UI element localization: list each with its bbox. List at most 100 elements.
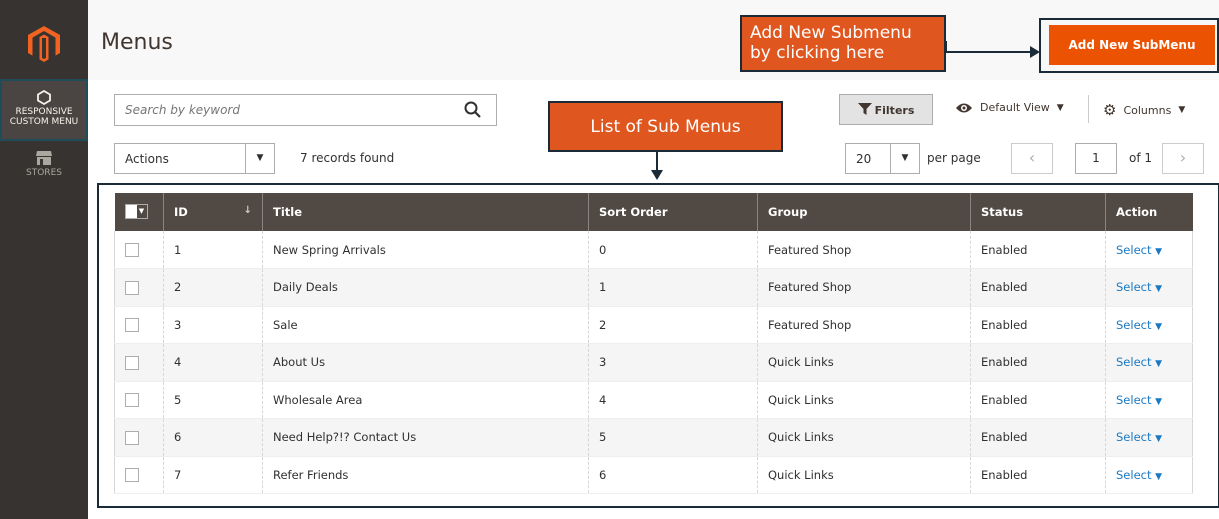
row-action-select[interactable]: Select ▼ [1116, 468, 1162, 482]
page-number-input[interactable]: 1 [1075, 143, 1117, 174]
chevron-down-icon: ▼ [1056, 102, 1064, 113]
cell-status: Enabled [970, 456, 1106, 494]
row-checkbox[interactable] [125, 430, 139, 445]
caret-down-icon: ▼ [1155, 396, 1163, 407]
row-checkbox[interactable] [125, 393, 139, 407]
next-page-button[interactable]: › [1162, 143, 1204, 174]
add-new-callout: Add New Submenu by clicking here [740, 15, 946, 72]
cell-sort-order: 0 [588, 231, 758, 269]
cell-sort-order: 1 [588, 268, 758, 307]
row-action-select[interactable]: Select ▼ [1116, 393, 1162, 407]
row-action-select[interactable]: Select ▼ [1116, 243, 1162, 257]
select-label: Select [1116, 467, 1152, 482]
table-row: 6 Need Help?!? Contact Us 5 Quick Links … [114, 418, 1193, 457]
cell-id: 4 [163, 343, 263, 382]
callout-text: Add New Submenu [750, 23, 912, 43]
cell-group: Featured Shop [757, 231, 971, 269]
table-row: 1 New Spring Arrivals 0 Featured Shop En… [114, 231, 1193, 269]
row-action-select[interactable]: Select ▼ [1116, 430, 1162, 444]
hexagon-icon [37, 90, 51, 105]
row-action-select[interactable]: Select ▼ [1116, 355, 1162, 369]
cell-id: 6 [163, 418, 263, 457]
caret-down-icon: ▼ [1155, 321, 1163, 332]
mass-select-checkbox[interactable]: ▼ [124, 203, 148, 219]
actions-dropdown[interactable]: Actions ▼ [114, 143, 275, 174]
select-label: Select [1116, 430, 1152, 445]
cell-status: Enabled [970, 306, 1106, 344]
caret-down-icon: ▼ [1155, 359, 1163, 370]
cell-sort-order: 3 [588, 343, 758, 382]
column-header-title[interactable]: Title [262, 193, 589, 231]
prev-page-button[interactable]: ‹ [1011, 143, 1053, 174]
cell-title: New Spring Arrivals [262, 231, 589, 269]
add-new-submenu-button[interactable]: Add New SubMenu [1049, 25, 1215, 65]
column-header-sort-order[interactable]: Sort Order [588, 193, 758, 231]
sidebar-item-responsive-custom-menu[interactable]: RESPONSIVE CUSTOM MENU [0, 79, 88, 141]
view-label: Default View [980, 101, 1050, 114]
cell-action: Select ▼ [1105, 231, 1193, 269]
cell-id: 2 [163, 268, 263, 307]
search-icon[interactable] [464, 101, 482, 119]
row-action-select[interactable]: Select ▼ [1116, 280, 1162, 294]
admin-sidebar: RESPONSIVE CUSTOM MENU STORES [0, 0, 88, 519]
cell-action: Select ▼ [1105, 456, 1193, 494]
mass-select-header[interactable]: ▼ [114, 193, 164, 231]
cell-group: Quick Links [757, 456, 971, 494]
cell-group: Quick Links [757, 418, 971, 457]
per-page-label: per page [927, 151, 981, 165]
column-label: Title [273, 205, 303, 219]
row-checkbox-cell [114, 456, 164, 494]
actions-value: Actions [125, 152, 169, 166]
caret-down-icon: ▼ [1155, 284, 1163, 295]
row-checkbox[interactable] [125, 318, 139, 332]
sidebar-item-label: STORES [26, 168, 62, 178]
submenu-grid: ▼ ID ↓ Title Sort Order Group Status Act… [114, 193, 1193, 494]
cell-sort-order: 4 [588, 381, 758, 419]
view-switcher[interactable]: Default View ▼ [955, 101, 1064, 114]
gear-icon: ⚙ [1103, 101, 1117, 119]
table-row: 2 Daily Deals 1 Featured Shop Enabled Se… [114, 268, 1193, 307]
cell-group: Quick Links [757, 381, 971, 419]
chevron-down-icon: ▼ [136, 204, 147, 218]
cell-title: Daily Deals [262, 268, 589, 307]
grid-header-row: ▼ ID ↓ Title Sort Order Group Status Act… [114, 193, 1193, 231]
grid-body: 1 New Spring Arrivals 0 Featured Shop En… [114, 231, 1193, 494]
cell-status: Enabled [970, 381, 1106, 419]
column-header-id[interactable]: ID ↓ [163, 193, 263, 231]
cell-action: Select ▼ [1105, 268, 1193, 307]
table-row: 4 About Us 3 Quick Links Enabled Select … [114, 343, 1193, 382]
row-checkbox[interactable] [125, 468, 139, 482]
row-checkbox-cell [114, 343, 164, 382]
magento-logo-icon[interactable] [28, 26, 60, 62]
row-action-select[interactable]: Select ▼ [1116, 318, 1162, 332]
cell-sort-order: 2 [588, 306, 758, 344]
column-header-group[interactable]: Group [757, 193, 971, 231]
column-header-status[interactable]: Status [970, 193, 1106, 231]
cell-id: 3 [163, 306, 263, 344]
cell-title: Sale [262, 306, 589, 344]
cell-id: 5 [163, 381, 263, 419]
cell-id: 1 [163, 231, 263, 269]
row-checkbox[interactable] [125, 280, 139, 295]
row-checkbox[interactable] [125, 355, 139, 370]
search-input[interactable] [115, 95, 445, 125]
cell-status: Enabled [970, 418, 1106, 457]
cell-sort-order: 5 [588, 418, 758, 457]
row-checkbox[interactable] [125, 242, 139, 257]
sidebar-item-stores[interactable]: STORES [0, 150, 88, 190]
callout-arrow-icon [946, 41, 1040, 58]
cell-title: Wholesale Area [262, 381, 589, 419]
row-checkbox-cell [114, 231, 164, 269]
columns-switcher[interactable]: ⚙ Columns ▼ [1103, 101, 1185, 119]
row-checkbox-cell [114, 268, 164, 307]
cell-sort-order: 6 [588, 456, 758, 494]
search-field [114, 94, 497, 126]
funnel-icon [857, 102, 872, 115]
select-label: Select [1116, 355, 1152, 370]
per-page-dropdown[interactable]: 20 ▼ [845, 143, 920, 174]
sidebar-item-label: RESPONSIVE [15, 107, 73, 117]
filters-button[interactable]: Filters [839, 94, 933, 125]
row-checkbox-cell [114, 306, 164, 344]
chevron-down-icon: ▼ [890, 144, 919, 173]
filters-label: Filters [874, 103, 915, 117]
